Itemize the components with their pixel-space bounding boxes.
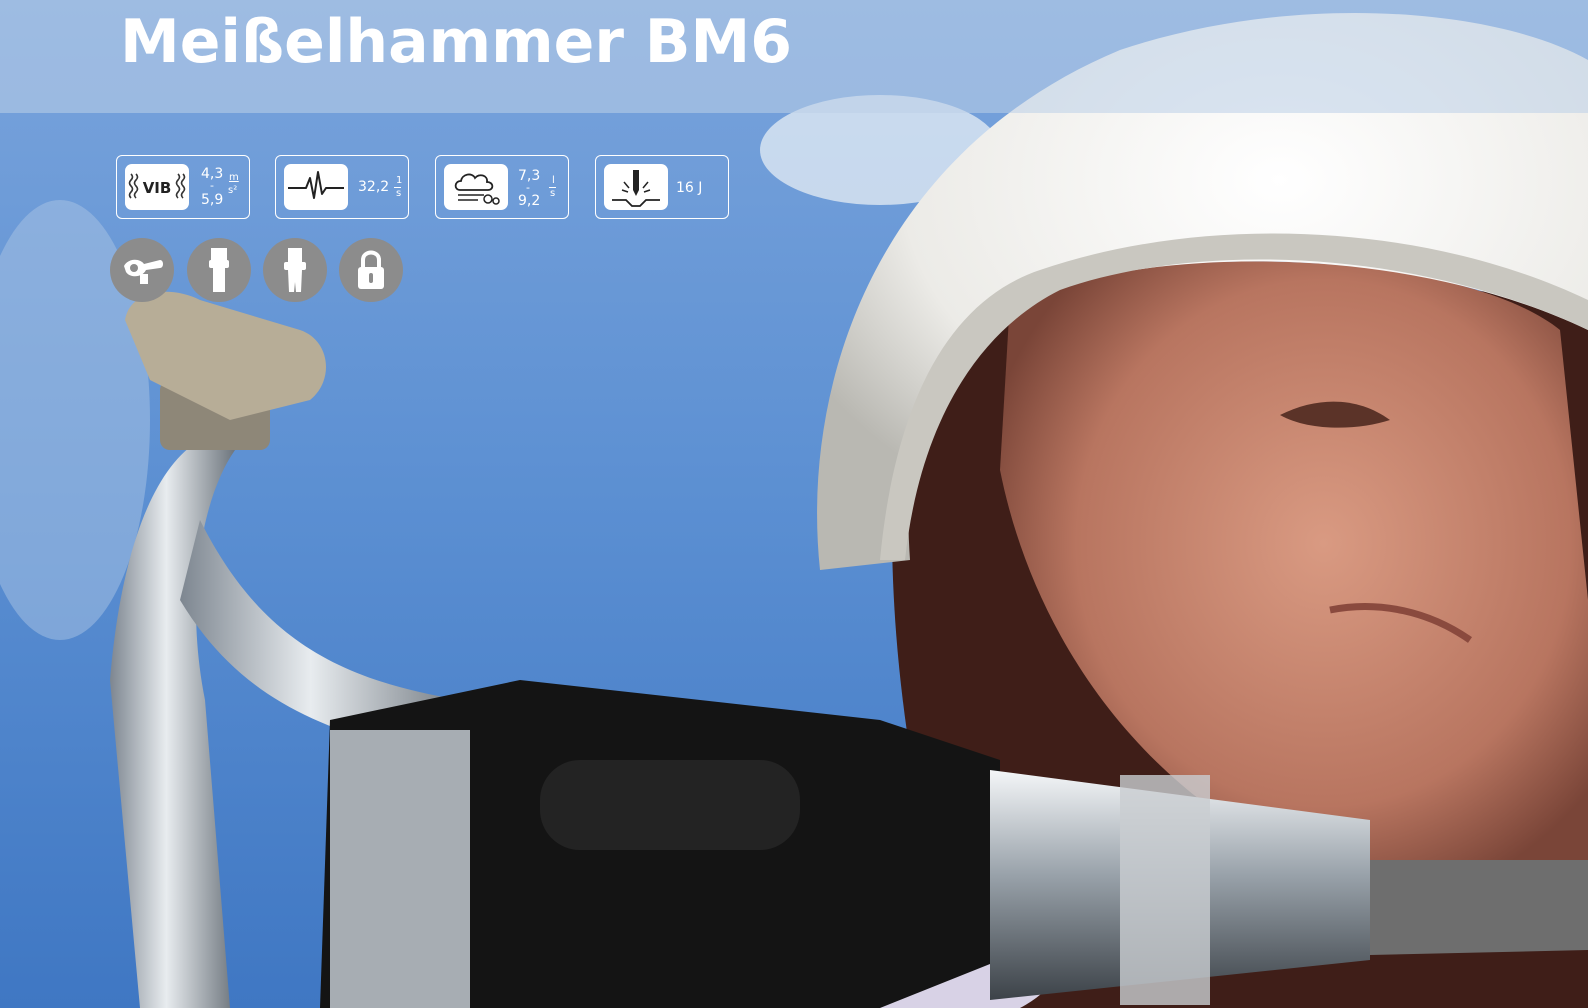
air-consumption-icon bbox=[444, 164, 508, 210]
lock-icon bbox=[339, 238, 403, 302]
air-value-high: 9,2 bbox=[518, 193, 541, 209]
frequency-unit-top: 1 bbox=[396, 175, 403, 186]
impact-energy-value: 16 J bbox=[676, 180, 703, 196]
collar-shank-icon bbox=[263, 238, 327, 302]
air-unit-bottom: s bbox=[550, 188, 556, 199]
spec-vibration: VIB 4,3 - 5,9 m s² bbox=[116, 155, 250, 219]
air-unit-top: l bbox=[552, 175, 555, 186]
product-photo bbox=[0, 0, 1588, 1008]
vibration-icon-label: VIB bbox=[143, 179, 172, 197]
vibration-unit-top: m bbox=[229, 172, 239, 183]
air-coupling-icon bbox=[110, 238, 174, 302]
vibration-icon: VIB bbox=[125, 164, 189, 210]
spec-air-consumption: 7,3 - 9,2 l s bbox=[435, 155, 569, 219]
vibration-range-dash: - bbox=[210, 179, 214, 192]
spec-frequency: 32,2 1 s bbox=[275, 155, 409, 219]
page-title: Meißelhammer BM6 bbox=[120, 7, 792, 77]
hex-shank-icon bbox=[187, 238, 251, 302]
vibration-unit-bottom: s² bbox=[228, 185, 238, 196]
air-range-dash: - bbox=[526, 181, 530, 194]
frequency-unit-bottom: s bbox=[396, 188, 402, 199]
impact-frequency-icon bbox=[284, 164, 348, 210]
vibration-value-high: 5,9 bbox=[201, 192, 224, 208]
impact-energy-icon bbox=[604, 164, 668, 210]
spec-impact-energy: 16 J bbox=[595, 155, 729, 219]
frequency-value: 32,2 bbox=[358, 179, 390, 195]
